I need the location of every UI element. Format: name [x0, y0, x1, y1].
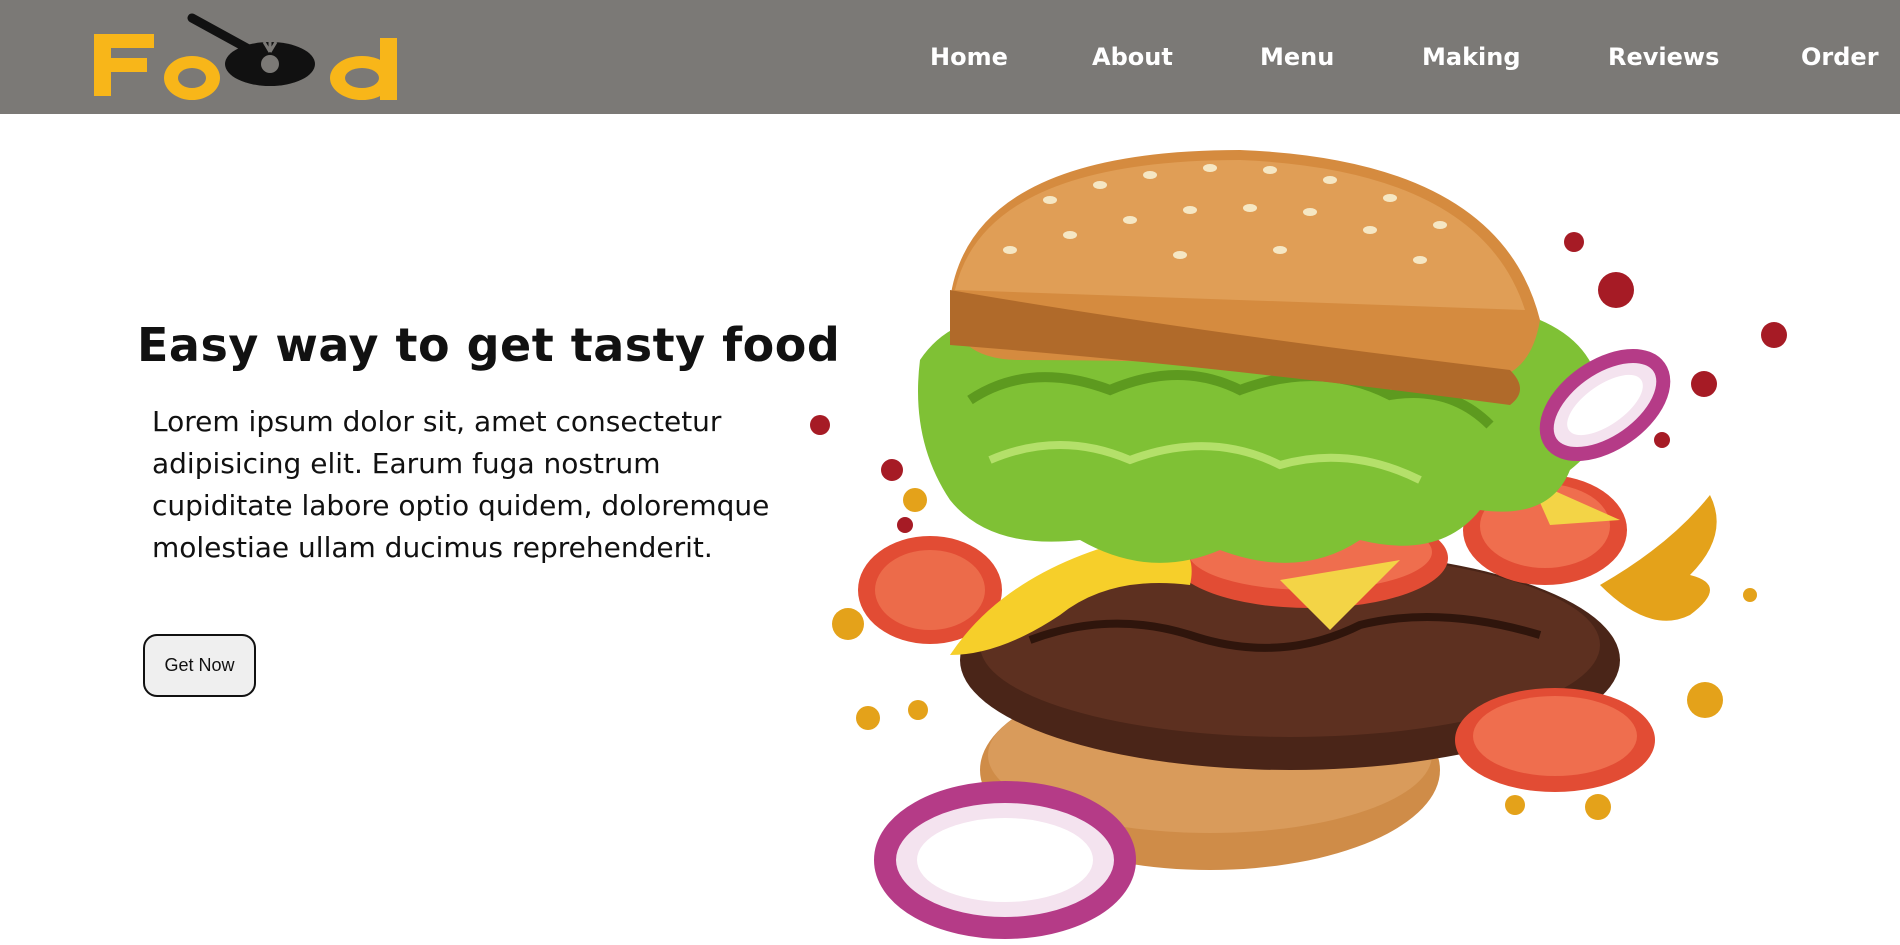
burger-illustration-icon [810, 150, 1787, 939]
nav-menu-link[interactable]: Menu [1260, 43, 1340, 71]
nav-order-link[interactable]: Order [1801, 43, 1891, 71]
get-now-button[interactable]: Get Now [143, 634, 256, 697]
nav-reviews-link[interactable]: Reviews [1608, 43, 1728, 71]
brand-logo[interactable] [94, 12, 424, 104]
hero-title: Easy way to get tasty food [137, 318, 841, 372]
burger-image [800, 140, 1800, 940]
food-logo-icon [94, 13, 397, 100]
nav-about-link[interactable]: About [1092, 43, 1182, 71]
nav-home-link[interactable]: Home [930, 43, 1010, 71]
navbar: Home About Menu Making Reviews Order [0, 0, 1900, 114]
nav-making-link[interactable]: Making [1422, 43, 1532, 71]
hero-description: Lorem ipsum dolor sit, amet consectetur … [152, 405, 770, 564]
